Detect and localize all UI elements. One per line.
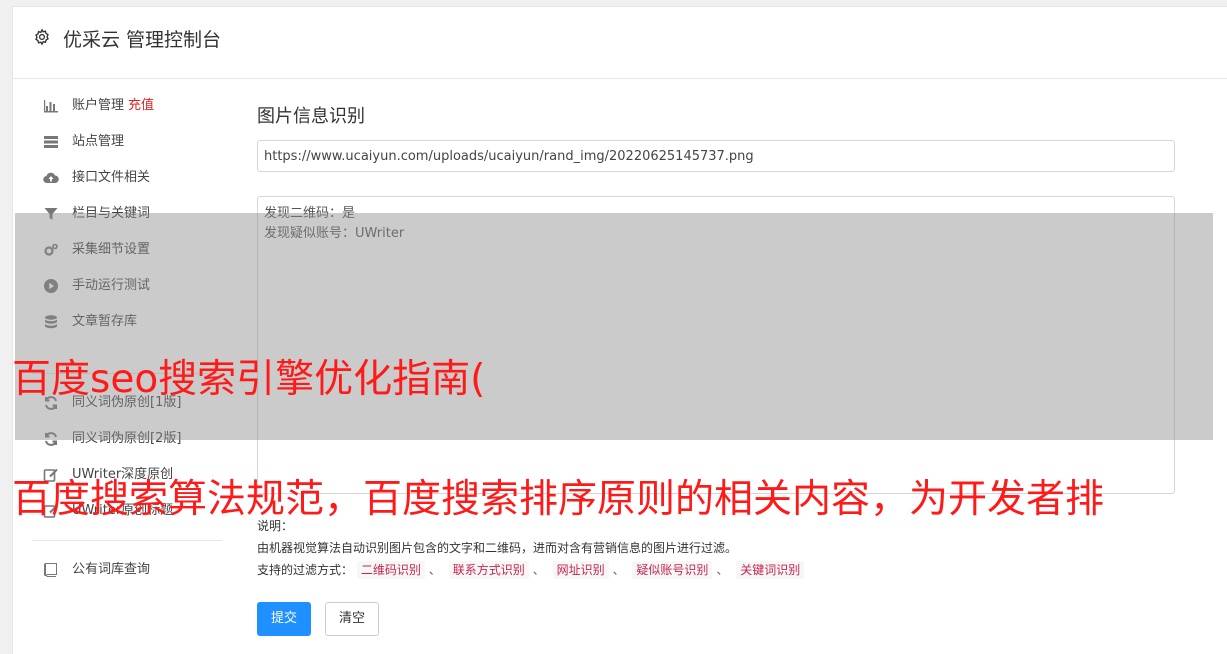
- sidebar-item-public-lexicon[interactable]: 公有词库查询: [32, 552, 222, 588]
- overlay-band: [15, 213, 1213, 440]
- sidebar-divider: [32, 540, 222, 541]
- overlay-subheadline: 百度搜索算法规范，百度搜索排序原则的相关内容，为开发者排: [12, 477, 1105, 522]
- filter-methods-label: 支持的过滤方式：: [257, 563, 354, 577]
- image-url-input[interactable]: [257, 140, 1175, 172]
- server-icon: [42, 134, 59, 150]
- sidebar-item-label: 公有词库查询: [72, 562, 151, 577]
- section-title: 图片信息识别: [257, 106, 365, 127]
- gear-icon: [33, 28, 51, 46]
- submit-button[interactable]: 提交: [257, 602, 311, 636]
- overlay-headline: 百度seo搜索引擎优化指南(: [12, 357, 486, 402]
- sidebar-item-account[interactable]: 账户管理 充值: [32, 88, 222, 124]
- book-icon: [42, 562, 59, 578]
- sidebar-item-sites[interactable]: 站点管理: [32, 124, 222, 160]
- sidebar-item-label: 站点管理: [72, 134, 125, 149]
- help-text: 说明： 由机器视觉算法自动识别图片包含的文字和二维码，进而对含有营销信息的图片进…: [257, 515, 805, 581]
- filter-tag: 疑似账号识别: [632, 561, 713, 579]
- clear-button[interactable]: 清空: [325, 602, 379, 636]
- filter-tag: 联系方式识别: [448, 561, 529, 579]
- sidebar-item-api-files[interactable]: 接口文件相关: [32, 160, 222, 196]
- filter-methods: 支持的过滤方式： 二维码识别、 联系方式识别、 网址识别、 疑似账号识别、 关键…: [257, 559, 805, 581]
- filter-tag: 网址识别: [552, 561, 609, 579]
- cloud-upload-icon: [42, 170, 59, 186]
- page-title: 优采云 管理控制台: [63, 29, 222, 51]
- filter-tag: 关键词识别: [736, 561, 805, 579]
- help-description: 由机器视觉算法自动识别图片包含的文字和二维码，进而对含有营销信息的图片进行过滤。: [257, 541, 738, 555]
- sidebar-item-label: 账户管理: [72, 98, 125, 113]
- sidebar-item-label: 接口文件相关: [72, 170, 151, 185]
- bar-chart-icon: [42, 98, 59, 114]
- recharge-link[interactable]: 充值: [128, 98, 154, 113]
- header: 优采云 管理控制台: [13, 7, 1227, 79]
- filter-tag: 二维码识别: [356, 561, 425, 579]
